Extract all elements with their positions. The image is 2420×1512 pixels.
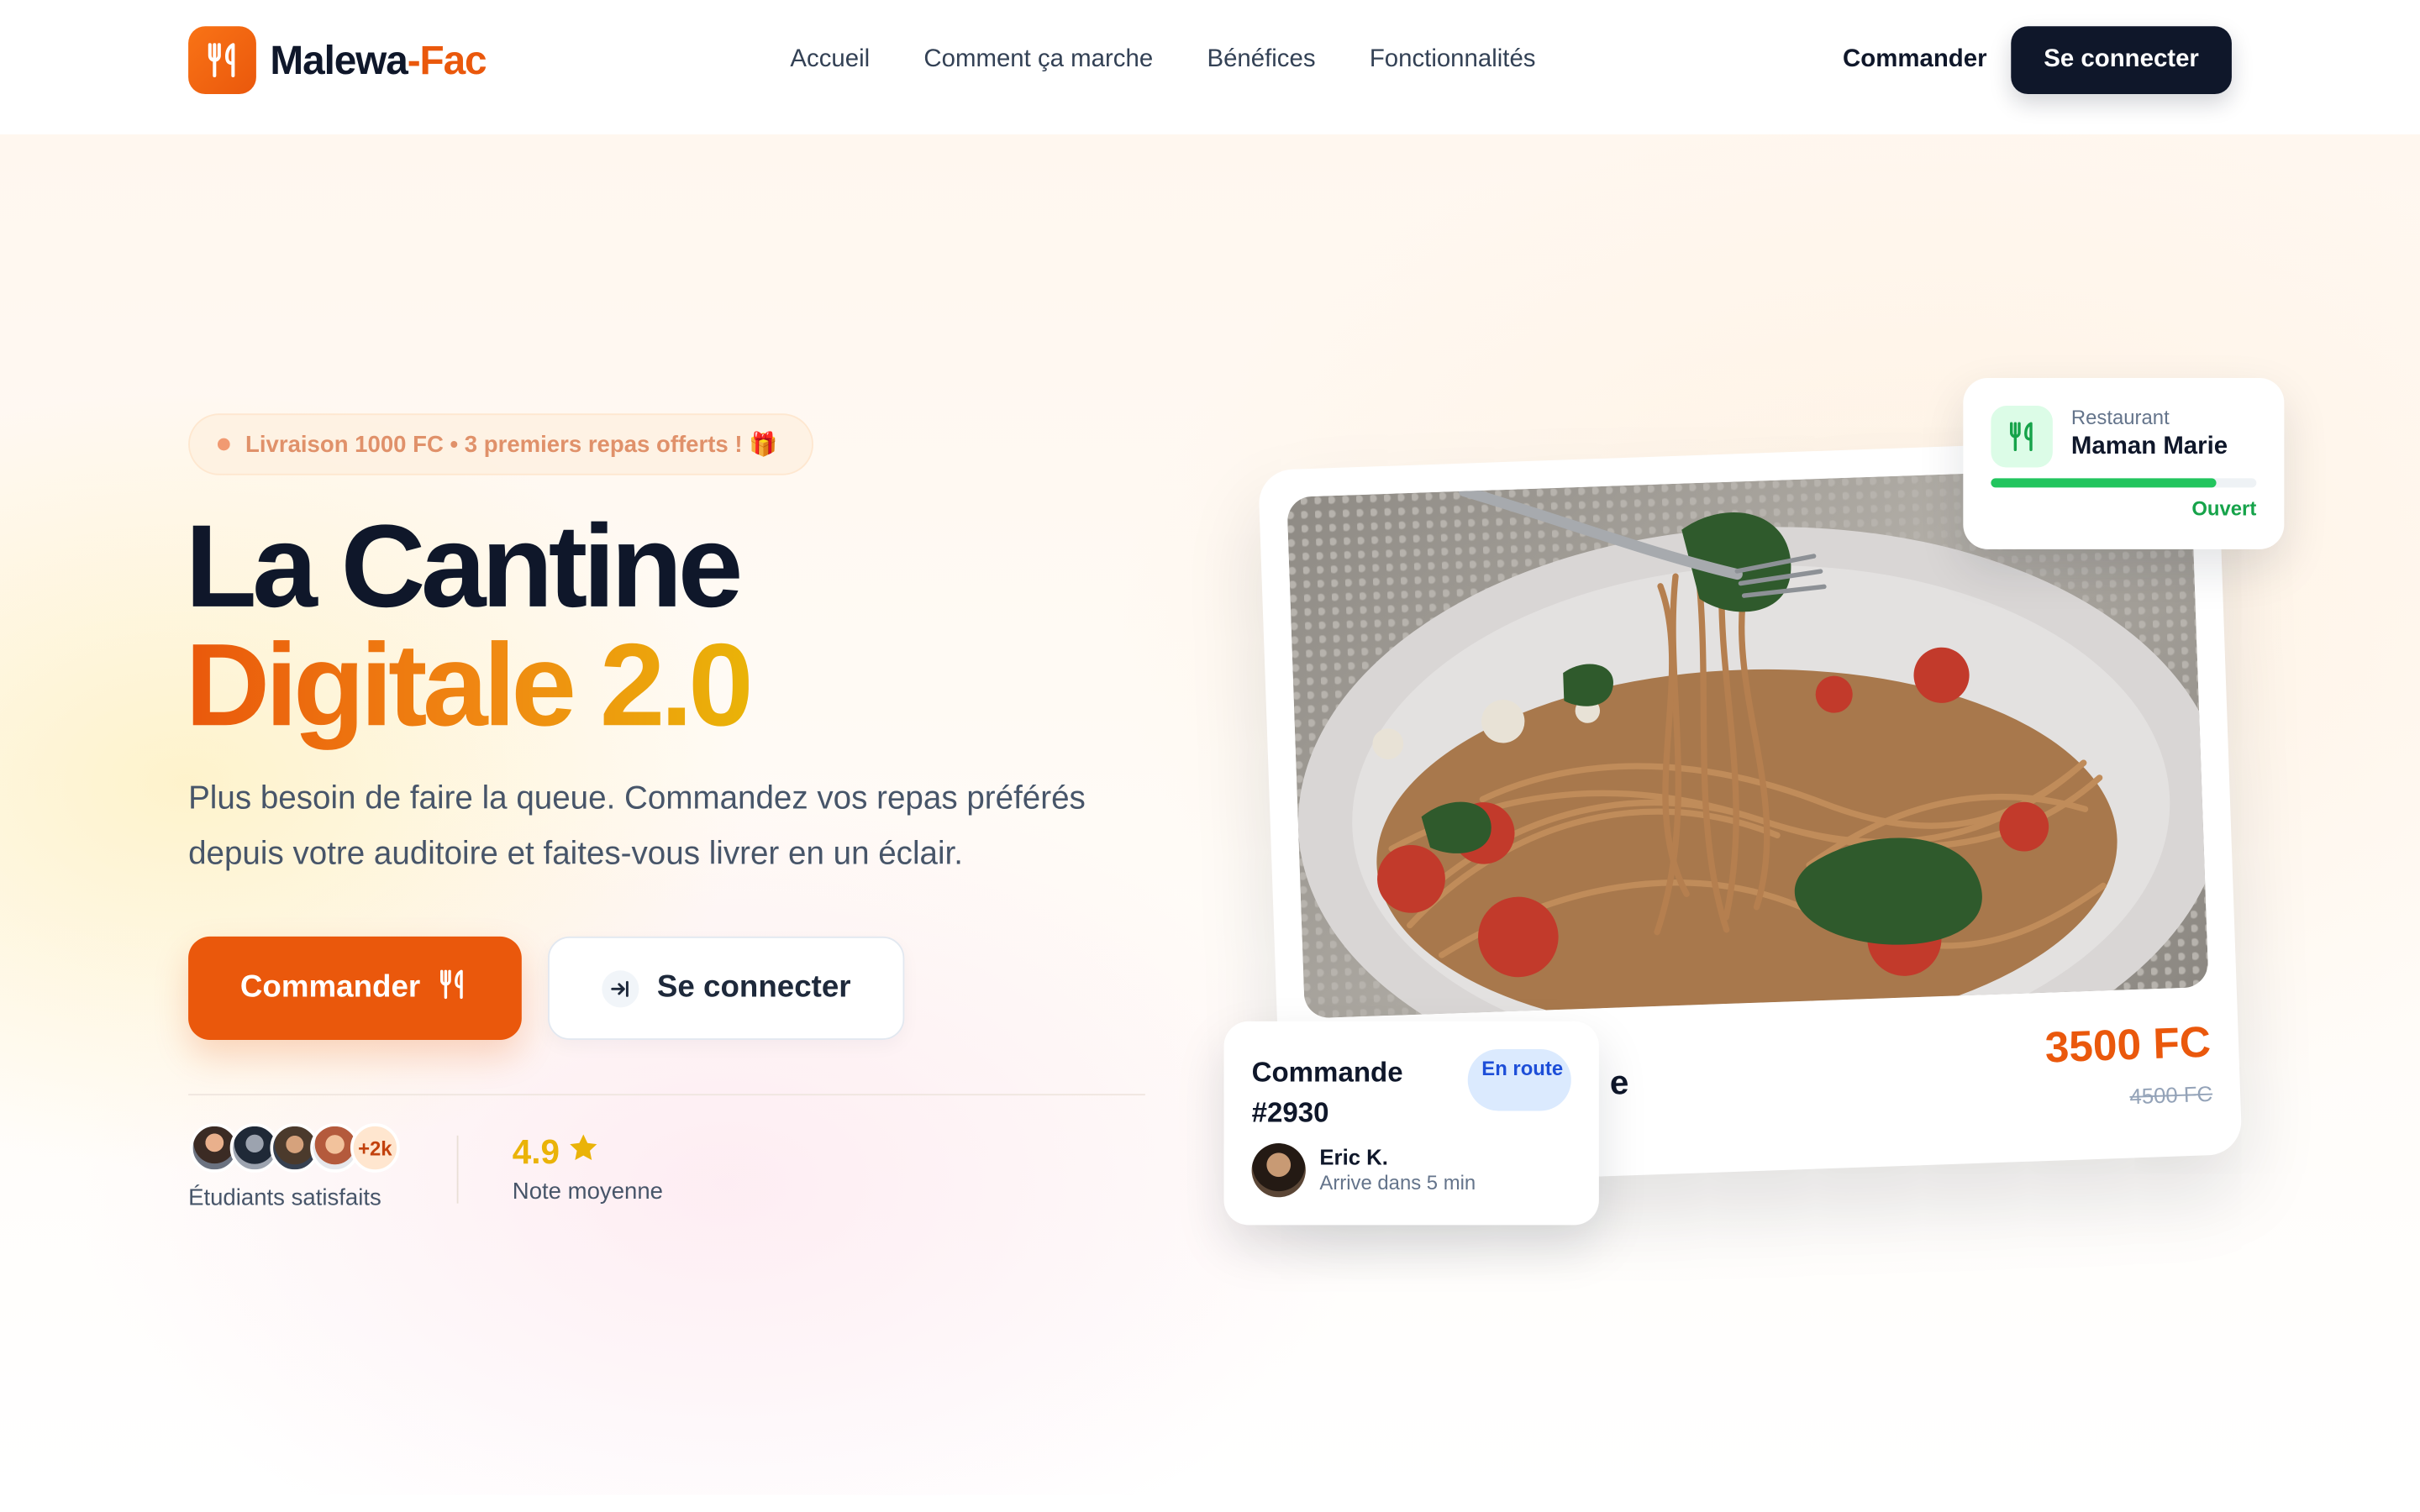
login-button[interactable]: Se connecter [548, 936, 905, 1040]
hero-lead: Plus besoin de faire la queue. Commandez… [188, 780, 1086, 872]
courier-name: Eric K. [1319, 1144, 1388, 1170]
order-title: Commande #2930 [1251, 1057, 1403, 1128]
fork-knife-icon [188, 26, 256, 95]
nav-link-fonctionnalites[interactable]: Fonctionnalités [1370, 46, 1536, 74]
restaurant-card: Restaurant Maman Marie Ouvert [1963, 378, 2285, 549]
courier-eta: Arrive dans 5 min [1319, 1171, 1476, 1194]
order-status-badge: En route [1467, 1048, 1571, 1111]
login-arrow-icon [601, 969, 639, 1007]
nav-login-button[interactable]: Se connecter [2011, 26, 2232, 95]
fork-knife-icon [1991, 406, 2053, 468]
nav-link-accueil[interactable]: Accueil [790, 46, 870, 74]
nav-link-benefices[interactable]: Bénéfices [1207, 46, 1315, 74]
order-button-label: Commander [239, 970, 421, 1005]
dish-name: e [1609, 1063, 1630, 1102]
restaurant-progress-bar [1991, 478, 2257, 488]
fork-knife-icon [436, 967, 470, 1010]
rating-number: 4.9 [512, 1132, 560, 1172]
rating-label: Note moyenne [512, 1179, 663, 1205]
nav-order-link[interactable]: Commander [1843, 46, 1986, 74]
promo-badge: Livraison 1000 FC • 3 premiers repas off… [188, 413, 813, 475]
courier-avatar [1251, 1143, 1306, 1198]
hero-title-line2: Digitale 2.0 [185, 620, 753, 752]
star-icon [566, 1131, 599, 1173]
promo-text: Livraison 1000 FC • 3 premiers repas off… [245, 432, 778, 459]
avatars-more-count: +2k [350, 1123, 400, 1173]
nav-link-comment-ca-marche[interactable]: Comment ça marche [923, 46, 1153, 74]
students-label: Étudiants satisfaits [188, 1184, 381, 1211]
brand-name: Malewa-Fac [270, 36, 487, 83]
restaurant-name: Maman Marie [2070, 433, 2228, 460]
restaurant-progress-fill [1991, 478, 2217, 488]
navbar: Malewa-Fac Accueil Comment ça marche Bén… [0, 0, 2420, 134]
main-menu: Accueil Comment ça marche Bénéfices Fonc… [790, 46, 1535, 74]
restaurant-label: Restaurant [2070, 406, 2170, 429]
student-avatars: +2k [189, 1123, 400, 1173]
meal-old-price: 4500 FC [2128, 1080, 2213, 1109]
stats-divider [188, 1094, 1145, 1096]
order-button[interactable]: Commander [188, 936, 522, 1040]
hero-title-line1: La Cantine [185, 501, 743, 633]
meal-price: 3500 FC [2044, 1017, 2212, 1072]
stats-separator [456, 1135, 459, 1204]
brand-logo[interactable]: Malewa-Fac [188, 26, 487, 95]
badge-dot [217, 438, 230, 451]
restaurant-status: Ouvert [2191, 496, 2257, 520]
order-card: Commande #2930 En route Eric K. Arrive d… [1223, 1021, 1599, 1226]
rating-value: 4.9 [513, 1131, 600, 1173]
login-button-label: Se connecter [656, 970, 851, 1005]
